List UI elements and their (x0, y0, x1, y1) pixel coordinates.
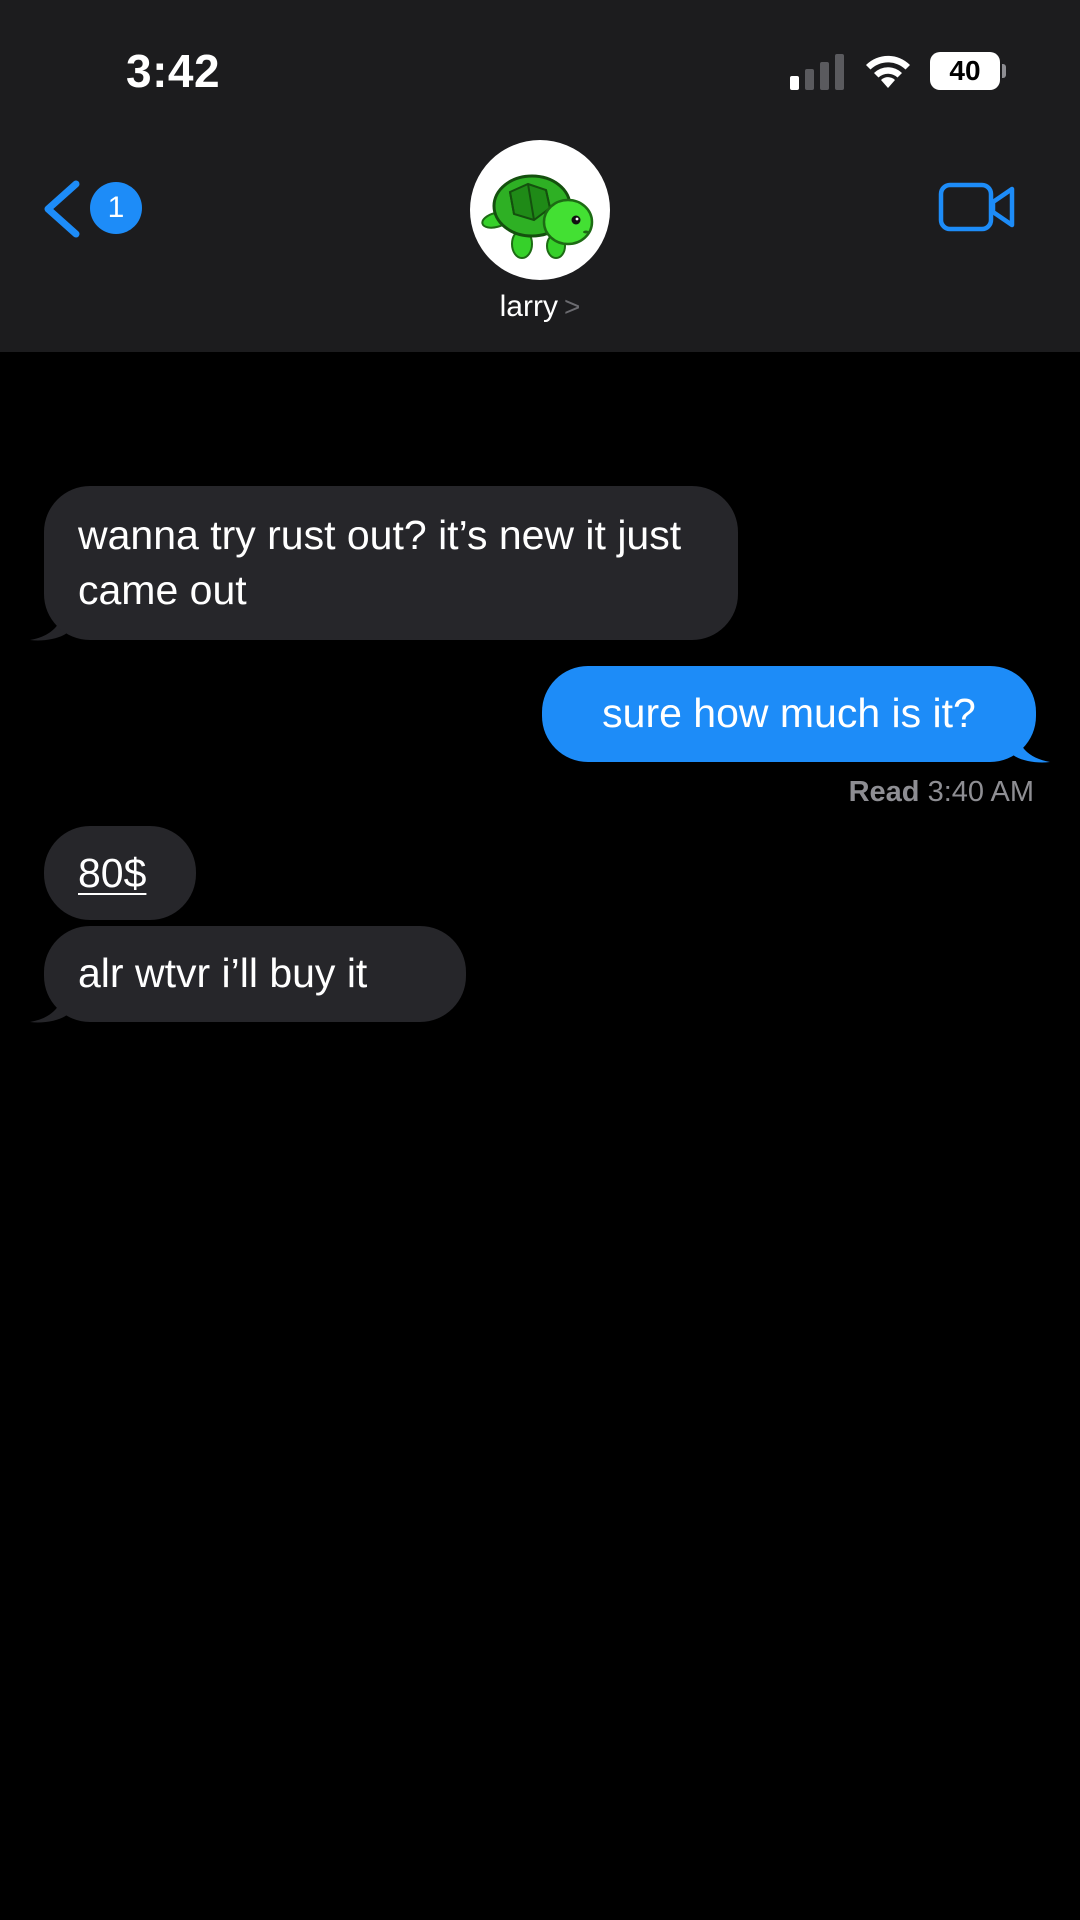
battery-tip (1002, 64, 1006, 78)
turtle-icon (481, 174, 594, 259)
conversation-header: 3:42 40 1 larry > (0, 0, 1080, 352)
message-bubble-received[interactable]: 80$ (44, 826, 196, 920)
cellular-signal-icon (790, 54, 844, 90)
message-bubble-sent[interactable]: sure how much is it? (542, 666, 1036, 762)
message-text: alr wtvr i’ll buy it (78, 950, 368, 996)
message-text: sure how much is it? (602, 690, 976, 736)
contact-name: larry (499, 290, 558, 323)
wifi-icon (866, 55, 910, 88)
battery-indicator: 40 (930, 52, 1006, 90)
read-receipt-time: 3:40 AM (927, 776, 1034, 808)
contact-name-button[interactable]: larry > (440, 290, 640, 324)
video-call-icon[interactable] (938, 180, 1016, 234)
status-bar-time: 3:42 (126, 45, 221, 97)
battery-level: 40 (949, 55, 981, 86)
message-bubble-received[interactable]: alr wtvr i’ll buy it (44, 926, 466, 1022)
unread-count-badge: 1 (90, 182, 142, 234)
back-button[interactable]: 1 (40, 176, 142, 242)
chevron-left-icon (44, 180, 80, 238)
message-bubble-received[interactable]: wanna try rust out? it’s new it just cam… (44, 486, 738, 640)
contact-avatar[interactable] (470, 140, 610, 280)
read-receipt: Read 3:40 AM (849, 776, 1034, 809)
message-text: 80$ (78, 850, 147, 896)
read-receipt-label: Read (848, 776, 920, 808)
chevron-right-icon: > (563, 291, 581, 322)
message-text: wanna try rust out? it’s new it just cam… (78, 512, 682, 613)
